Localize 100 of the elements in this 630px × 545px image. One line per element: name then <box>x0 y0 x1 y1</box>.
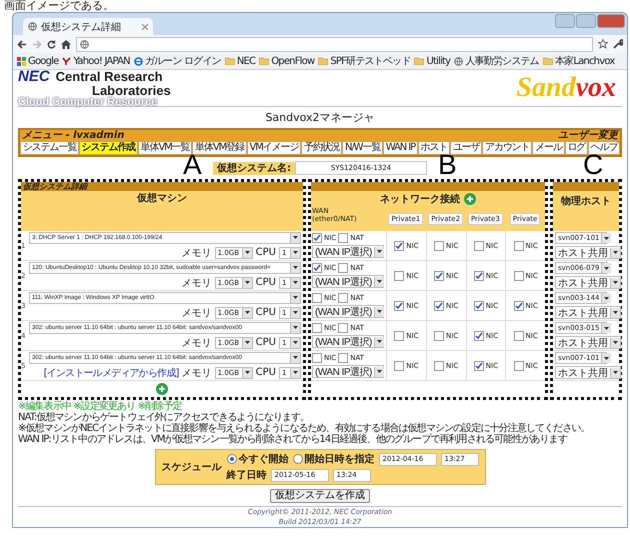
checkbox[interactable] <box>474 360 484 370</box>
menu-item[interactable]: システム一覧 <box>20 141 79 155</box>
menu-item[interactable]: ユーザ <box>450 141 482 155</box>
field-label: メモリ <box>182 306 212 320</box>
checkbox[interactable] <box>312 233 322 243</box>
install-media-link[interactable]: [インストールメディアから作成] <box>44 366 179 380</box>
address-bar[interactable] <box>76 36 593 52</box>
checkbox[interactable] <box>394 330 404 340</box>
checkbox[interactable] <box>394 240 404 250</box>
caret-icon <box>604 266 610 270</box>
checkbox[interactable] <box>338 323 348 333</box>
close-icon[interactable] <box>142 24 148 30</box>
bookmark[interactable]: OpenFlow <box>259 56 314 66</box>
checkbox[interactable] <box>338 353 348 363</box>
dropdown[interactable]: (WAN IP選択) <box>312 275 384 288</box>
checkbox[interactable] <box>394 360 404 370</box>
menu-item[interactable]: アカウント <box>482 141 532 155</box>
field-label: メモリ <box>182 366 212 380</box>
bookmark[interactable]: SPF研テストベッド <box>318 54 410 68</box>
menu-item[interactable]: WAN IP <box>383 141 418 155</box>
checkbox[interactable] <box>338 263 348 273</box>
dropdown[interactable]: (WAN IP選択) <box>312 335 384 348</box>
checkbox[interactable] <box>338 233 348 243</box>
checkbox[interactable] <box>474 270 484 280</box>
reload-icon[interactable] <box>47 40 56 48</box>
add-icon[interactable] <box>156 383 168 395</box>
checkbox[interactable] <box>514 270 524 280</box>
checkbox[interactable] <box>394 300 404 310</box>
maximize-button[interactable] <box>576 14 596 28</box>
dropdown[interactable]: ホスト共用 <box>555 276 621 289</box>
caption-text: 画面イメージである。 <box>3 0 115 12</box>
checkbox[interactable] <box>434 360 444 370</box>
folder-icon <box>542 57 553 65</box>
add-icon[interactable] <box>464 193 476 205</box>
checkbox[interactable] <box>312 353 322 363</box>
dropdown[interactable]: ホスト共用 <box>555 246 621 259</box>
checkbox[interactable] <box>514 300 524 310</box>
caret-icon <box>293 281 298 284</box>
caret-icon <box>244 341 250 344</box>
menu-item[interactable]: 単体VM登録 <box>192 141 247 155</box>
checkbox[interactable] <box>514 330 524 340</box>
dropdown[interactable]: ホスト共用 <box>555 306 621 319</box>
minimize-button[interactable] <box>555 14 575 28</box>
star-icon[interactable] <box>598 39 608 49</box>
menu-item[interactable]: VMイメージ <box>246 141 302 155</box>
back-icon[interactable] <box>17 40 27 48</box>
checkbox[interactable] <box>312 323 322 333</box>
checkbox[interactable] <box>514 360 524 370</box>
checkbox[interactable] <box>474 330 484 340</box>
checkbox[interactable] <box>434 330 444 340</box>
caret-icon <box>613 251 618 254</box>
dropdown[interactable]: (WAN IP選択) <box>312 305 384 318</box>
checkbox[interactable] <box>434 240 444 250</box>
menu-item[interactable]: 予約状況 <box>301 141 342 155</box>
menu-title: メニュー - lvxadmin <box>22 130 124 141</box>
column-header: 物理ホスト <box>561 196 611 207</box>
field-label: メモリ <box>182 336 212 350</box>
wrench-icon[interactable] <box>613 39 623 49</box>
bookmark[interactable]: 本家Lanchvox <box>542 54 614 68</box>
note-text: NAT:仮想マシンからゲートウェイ外にアクセスできるようになります。 <box>18 412 310 423</box>
dropdown[interactable]: (WAN IP選択) <box>312 245 384 258</box>
dropdown[interactable]: (WAN IP選択) <box>312 365 384 378</box>
panel-title: 仮想システム詳細 <box>23 182 87 191</box>
bookmark[interactable]: Yahoo! JAPAN <box>62 56 130 66</box>
menu-item[interactable]: ヘルプ <box>588 141 620 155</box>
menu-item[interactable]: ホスト <box>418 141 450 155</box>
forward-icon[interactable] <box>32 40 42 48</box>
checkbox[interactable] <box>514 240 524 250</box>
radio-button[interactable] <box>226 454 236 464</box>
checkbox[interactable] <box>474 240 484 250</box>
checkbox[interactable] <box>312 263 322 273</box>
home-icon[interactable] <box>61 40 71 48</box>
bookmark[interactable]: 人事勤労システム <box>454 54 539 68</box>
close-button[interactable] <box>597 14 625 28</box>
menu-item[interactable]: N/W一覧 <box>342 141 384 155</box>
folder-icon <box>414 57 424 65</box>
checkbox[interactable] <box>312 293 322 303</box>
bookmark[interactable]: ガルーン ログイン <box>134 54 221 68</box>
bookmark[interactable]: Google <box>17 56 58 66</box>
checkbox[interactable] <box>474 300 484 310</box>
menu-item[interactable]: ログ <box>564 141 588 155</box>
user-change-link[interactable]: ユーザー変更 <box>558 130 618 141</box>
menu-item[interactable]: メール <box>532 141 565 155</box>
checkbox[interactable] <box>434 300 444 310</box>
dropdown[interactable]: ホスト共用 <box>555 366 621 379</box>
caret-icon <box>293 326 298 329</box>
menu-item[interactable]: 単体VM一覧 <box>138 141 192 155</box>
caret-icon <box>376 370 382 373</box>
menu-item[interactable]: システム作成 <box>78 141 138 155</box>
create-button[interactable]: 仮想システムを作成 <box>270 489 370 503</box>
browser-tab[interactable]: 仮想システム詳細 <box>23 18 153 35</box>
bookmark[interactable]: NEC <box>224 56 256 66</box>
column-header: ネットワーク接続 <box>380 192 460 206</box>
dropdown[interactable]: ホスト共用 <box>555 336 621 349</box>
logo-subtitle: Cloud Computer Resource <box>18 96 159 108</box>
checkbox[interactable] <box>394 270 404 280</box>
radio-button[interactable] <box>292 454 302 464</box>
bookmark[interactable]: Utility <box>414 56 450 66</box>
checkbox[interactable] <box>434 270 444 280</box>
checkbox[interactable] <box>338 293 348 303</box>
